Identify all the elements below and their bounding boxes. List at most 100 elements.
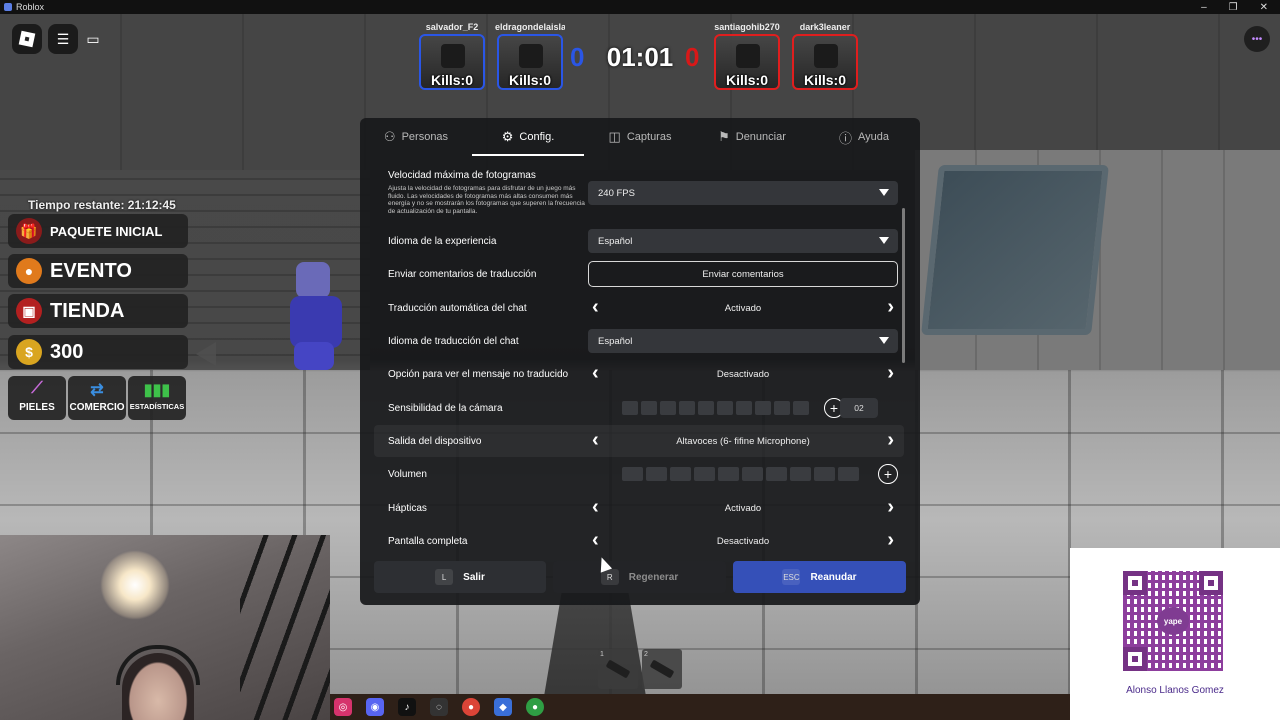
qr-code: yape	[1123, 571, 1223, 671]
donation-qr-panel: yape Alonso Llanos Gomez	[1070, 548, 1280, 720]
event-label: EVENTO	[50, 259, 132, 282]
chrome-icon[interactable]: ●	[526, 698, 544, 716]
knife-icon: ⟋	[31, 380, 43, 397]
button-label: Enviar comentarios	[702, 268, 784, 280]
respawn-label: Regenerar	[628, 571, 679, 583]
tab-people[interactable]: ⚇ Personas	[360, 118, 472, 156]
tab-settings[interactable]: ⚙ Config.	[472, 118, 584, 156]
tab-report[interactable]: ⚑ Denunciar	[696, 118, 808, 156]
tiktok-icon[interactable]: ♪	[398, 698, 416, 716]
plus-icon[interactable]: +	[878, 464, 898, 484]
chat-translate-language-dropdown[interactable]: Español	[588, 329, 898, 353]
avatar	[736, 44, 760, 68]
chevron-right-icon[interactable]: ›	[887, 430, 894, 450]
setting-label: Volumen	[388, 468, 427, 480]
instagram-icon[interactable]: ◎	[334, 698, 352, 716]
player-card: eldragondelaisla Kills:0	[495, 20, 565, 92]
minimize-button[interactable]: –	[1201, 2, 1207, 13]
coins-display[interactable]: $ 300	[8, 335, 188, 369]
chrome-icon[interactable]: ●	[462, 698, 480, 716]
send-feedback-button[interactable]: Enviar comentarios	[588, 261, 898, 287]
fps-dropdown[interactable]: 240 FPS	[588, 181, 898, 205]
shop-icon: ▣	[16, 298, 42, 324]
shop-button[interactable]: ▣ TIENDA	[8, 294, 188, 328]
help-icon: ⓘ	[838, 130, 852, 146]
hotbar-slot[interactable]: 1	[598, 649, 638, 689]
taskbar: ◎ ◉ ♪ ◌ ● ◆ ●	[330, 694, 1070, 720]
setting-label: Idioma de la experiencia	[388, 235, 497, 247]
setting-experience-language: Idioma de la experiencia Español	[374, 225, 904, 257]
discord-icon[interactable]: ◉	[366, 698, 384, 716]
trade-button[interactable]: ⇄ COMERCIO	[68, 376, 126, 420]
setting-label: Idioma de traducción del chat	[388, 335, 519, 347]
setting-label: Enviar comentarios de traducción	[388, 268, 537, 280]
dropdown-value: Español	[598, 235, 633, 247]
more-options-button[interactable]: •••	[1244, 26, 1270, 52]
chevron-right-icon[interactable]: ›	[887, 497, 894, 517]
chevron-left-icon[interactable]: ‹	[592, 530, 599, 550]
chevron-right-icon[interactable]: ›	[887, 297, 894, 317]
stats-button[interactable]: ▮▮▮ ESTADÍSTICAS	[128, 376, 186, 420]
shelf	[240, 535, 330, 720]
qr-owner-name: Alonso Llanos Gomez	[1126, 685, 1224, 696]
tab-captures[interactable]: ◫ Capturas	[584, 118, 696, 156]
player-card: santiagohib270 Kills:0	[712, 20, 782, 92]
gift-icon: 🎁	[16, 218, 42, 244]
camera-icon: ◫	[608, 129, 621, 144]
close-button[interactable]: ✕	[1260, 2, 1268, 13]
setting-label: Sensibilidad de la cámara	[388, 402, 503, 414]
setting-haptics: Hápticas ‹ Activado ›	[374, 492, 904, 524]
starter-pack-label: PAQUETE INICIAL	[50, 223, 163, 239]
ceiling-lamp	[100, 550, 170, 620]
setting-volume: Volumen +	[374, 458, 904, 490]
chat-button[interactable]: ▭	[78, 24, 108, 54]
player-kills: Kills:0	[508, 72, 551, 88]
chevron-left-icon[interactable]: ‹	[592, 363, 599, 383]
skins-button[interactable]: ⟋ PIELES	[8, 376, 66, 420]
roblox-menu-button[interactable]	[12, 24, 42, 54]
roblox-taskbar-icon[interactable]: ◆	[494, 698, 512, 716]
camera-sensitivity-slider[interactable]	[622, 401, 809, 415]
exit-button[interactable]: L Salir	[374, 561, 546, 593]
setting-label: Velocidad máxima de fotogramas	[388, 170, 536, 181]
slot-number: 2	[644, 651, 648, 658]
trade-icon: ⇄	[90, 382, 104, 399]
event-button[interactable]: ● EVENTO	[8, 254, 188, 288]
starter-pack-button[interactable]: 🎁 PAQUETE INICIAL	[8, 214, 188, 248]
window-title: Roblox	[16, 2, 45, 12]
people-icon: ⚇	[383, 129, 396, 144]
selector-value: Activado	[724, 502, 762, 514]
respawn-button[interactable]: R Regenerar	[553, 561, 726, 593]
show-untranslated-selector: ‹ Desactivado ›	[588, 361, 898, 387]
webcam-overlay	[0, 535, 330, 720]
chat-icon: ▭	[86, 30, 100, 47]
gun-icon	[649, 659, 675, 679]
slot-number: 1	[600, 651, 604, 658]
restore-button[interactable]: ❐	[1229, 2, 1238, 13]
sensitivity-value[interactable]: 02	[840, 398, 878, 418]
chevron-left-icon[interactable]: ‹	[592, 430, 599, 450]
resume-button[interactable]: ESC Reanudar	[733, 561, 906, 593]
chevron-left-icon[interactable]: ‹	[592, 497, 599, 517]
hamburger-menu-button[interactable]: ☰	[48, 24, 78, 54]
hotbar-slot[interactable]: 2	[642, 649, 682, 689]
settings-scrollbar[interactable]	[902, 208, 905, 363]
chevron-right-icon[interactable]: ›	[887, 363, 894, 383]
coin-icon: $	[16, 339, 42, 365]
knife-icon	[605, 659, 631, 679]
volume-slider[interactable]	[622, 467, 859, 481]
gear-icon: ⚙	[501, 129, 514, 144]
stats-label: ESTADÍSTICAS	[129, 402, 185, 411]
collapse-menu-arrow-icon[interactable]	[196, 342, 216, 366]
tab-help[interactable]: ⓘ Ayuda	[808, 118, 920, 156]
chevron-left-icon[interactable]: ‹	[592, 297, 599, 317]
blue-team-score: 0	[570, 42, 585, 72]
setting-fullscreen: Pantalla completa ‹ Desactivado ›	[374, 525, 904, 557]
match-timer: 01:01	[606, 42, 674, 72]
tab-label: Personas	[401, 131, 449, 143]
chevron-right-icon[interactable]: ›	[887, 530, 894, 550]
dropdown-value: 240 FPS	[598, 187, 635, 199]
roblox-icon	[4, 3, 12, 11]
obs-icon[interactable]: ◌	[430, 698, 448, 716]
experience-language-dropdown[interactable]: Español	[588, 229, 898, 253]
